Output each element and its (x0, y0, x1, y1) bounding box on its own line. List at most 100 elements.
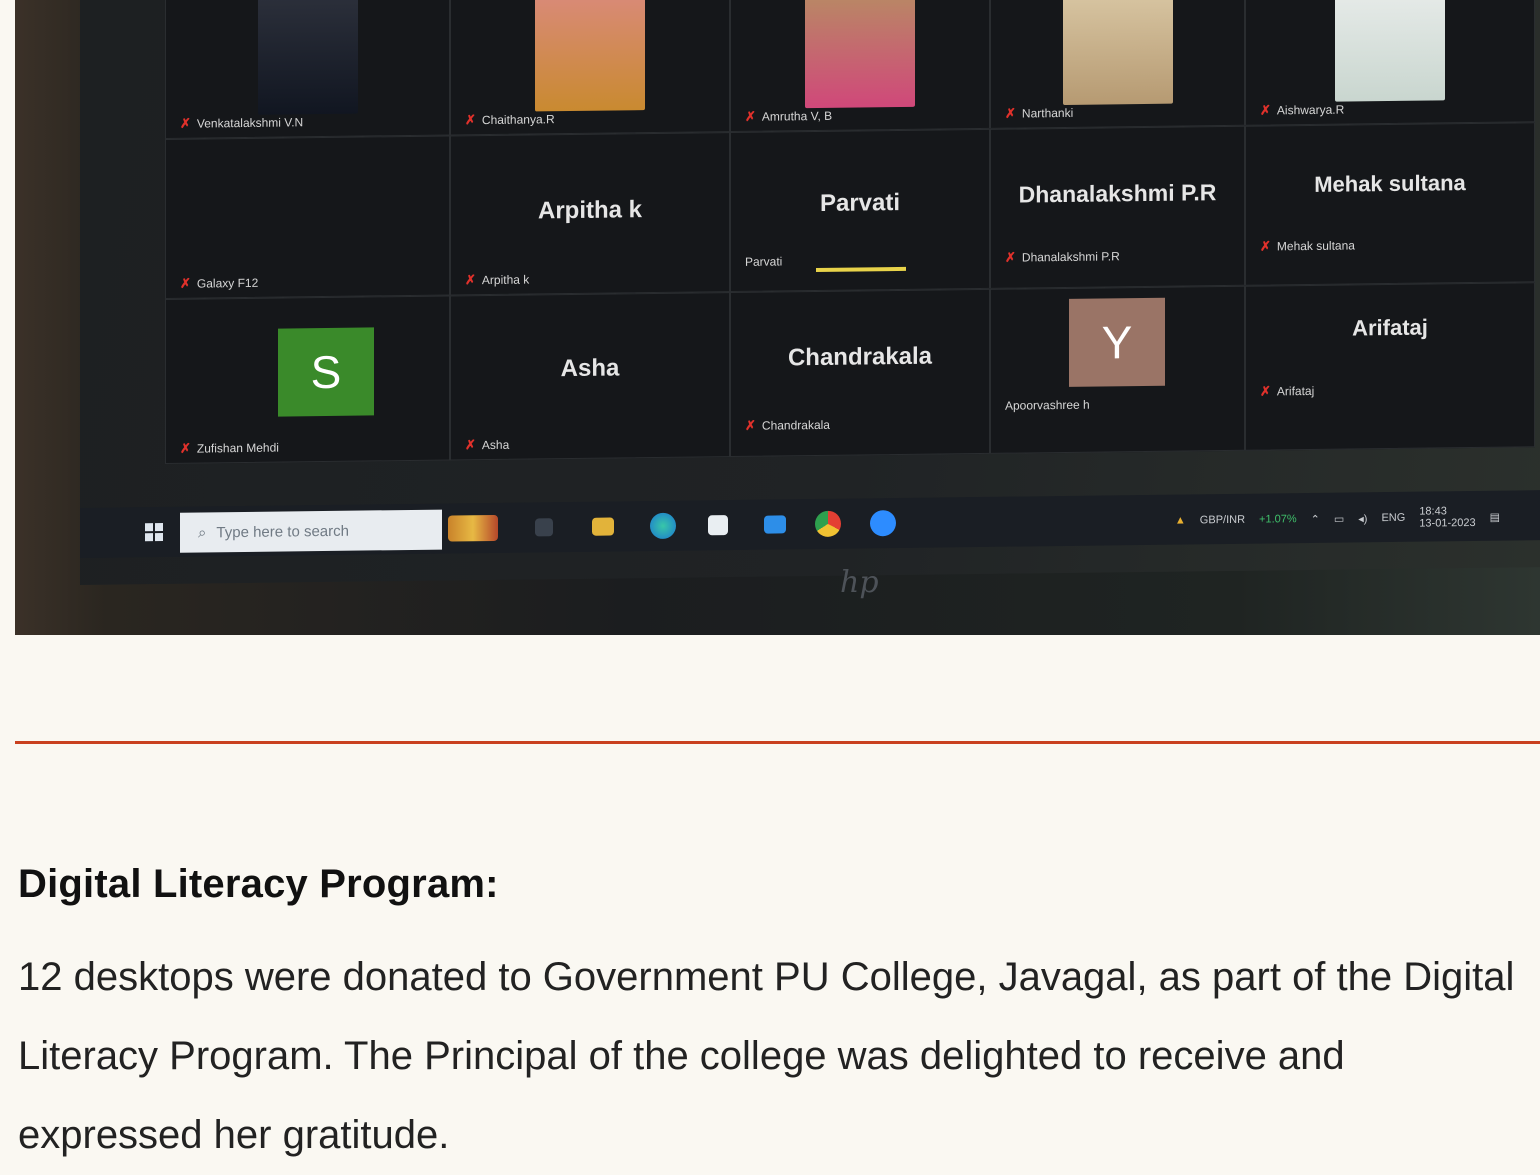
participant-tile: Arpitha k ✗ Arpitha k (450, 132, 730, 296)
windows-taskbar: ⌕ Type here to search ▲ GBP/INR +1.07% ⌃… (80, 490, 1540, 558)
muted-mic-icon: ✗ (180, 115, 191, 131)
participant-tile: Y Apoorvashree h (990, 285, 1245, 454)
participant-label: ✗ Chaithanya.R (465, 111, 555, 128)
participant-label: ✗ Arpitha k (465, 272, 529, 289)
chevron-up-icon[interactable]: ⌃ (1311, 512, 1320, 525)
participant-video (535, 0, 645, 112)
participant-tile: ✗ Narthanki (990, 0, 1245, 129)
article-heading: Digital Literacy Program: (18, 862, 499, 906)
volume-icon[interactable]: ◂) (1358, 512, 1367, 525)
muted-mic-icon: ✗ (1005, 105, 1016, 121)
participant-label: ✗ Venkatalakshmi V.N (180, 114, 303, 132)
mail-icon[interactable] (764, 515, 786, 534)
participant-display-name: Arifataj (1352, 314, 1428, 341)
muted-mic-icon: ✗ (180, 275, 191, 291)
participant-name: Amrutha V, B (761, 108, 833, 124)
participant-tile: ✗ Aishwarya.R (1245, 0, 1535, 126)
file-explorer-icon[interactable] (592, 517, 614, 536)
participant-label: ✗ Narthanki (1005, 105, 1073, 122)
taskbar-search-box[interactable]: ⌕ Type here to search (180, 509, 442, 553)
participant-display-name: Chandrakala (787, 342, 933, 372)
participant-name: Galaxy F12 (196, 275, 259, 291)
search-icon: ⌕ (198, 523, 207, 542)
battery-icon[interactable]: ▭ (1334, 512, 1344, 525)
task-view-icon[interactable] (535, 518, 553, 537)
participant-name: Chaithanya.R (481, 112, 555, 128)
participant-name: Asha (481, 437, 510, 453)
avatar: Y (1069, 297, 1165, 387)
participant-tile: Asha ✗ Asha (450, 292, 730, 461)
windows-start-icon[interactable] (145, 522, 163, 542)
participant-tile: Mehak sultana ✗ Mehak sultana (1245, 122, 1535, 286)
participant-tile: Dhanalakshmi P.R ✗ Dhanalakshmi P.R (990, 125, 1245, 289)
participant-tile: Parvati Parvati (730, 128, 990, 293)
search-highlight-icon[interactable] (448, 514, 498, 542)
participant-video (1335, 0, 1445, 102)
muted-mic-icon: ✗ (465, 112, 476, 128)
participant-name: Venkatalakshmi V.N (196, 115, 304, 131)
participant-display-name: Asha (560, 354, 620, 383)
participant-tile: ✗ Venkatalakshmi V.N (165, 0, 450, 139)
participant-name: Dhanalakshmi P.R (1021, 249, 1120, 265)
participant-display-name: Mehak sultana (1314, 170, 1466, 197)
participant-display-name: Parvati (819, 188, 901, 217)
participant-video (805, 0, 915, 109)
article-body: 12 desktops were donated to Government P… (18, 955, 1515, 1157)
muted-mic-icon: ✗ (1260, 383, 1271, 399)
participant-name: Zufishan Mehdi (196, 440, 279, 456)
muted-mic-icon: ✗ (465, 437, 476, 453)
participant-tile: S ✗ Zufishan Mehdi (165, 295, 450, 464)
avatar-initial: Y (1101, 316, 1133, 369)
participant-tile: Arifataj ✗ Arifataj (1245, 282, 1535, 451)
meeting-photo: ✗ Venkatalakshmi V.N ✗ Chaithanya.R ✗ Amrut… (15, 0, 1540, 635)
muted-mic-icon: ✗ (745, 108, 756, 124)
participant-video (257, 0, 358, 115)
language-indicator[interactable]: ENG (1381, 512, 1405, 524)
ticker-change: +1.07% (1259, 513, 1297, 526)
clock-date: 13-01-2023 (1419, 516, 1476, 530)
participant-name: Aishwarya.R (1276, 102, 1345, 118)
store-icon[interactable] (708, 515, 728, 536)
participant-video (1062, 0, 1173, 105)
muted-mic-icon: ✗ (180, 440, 191, 456)
zoom-app-icon[interactable] (870, 510, 896, 537)
speaking-indicator (816, 266, 906, 273)
muted-mic-icon: ✗ (465, 272, 476, 288)
participant-tile: ✗ Amrutha V, B (730, 0, 990, 133)
participant-label: ✗ Amrutha V, B (745, 108, 832, 125)
participant-label: ✗ Galaxy F12 (180, 275, 258, 292)
participant-name: Narthanki (1021, 105, 1074, 121)
participant-label: ✗ Aishwarya.R (1260, 102, 1344, 119)
participant-tile: ✗ Galaxy F12 (165, 135, 450, 299)
muted-mic-icon: ✗ (1005, 249, 1016, 265)
avatar: S (278, 327, 374, 417)
participant-label: ✗ Zufishan Mehdi (180, 440, 279, 457)
participant-name: Chandrakala (761, 417, 830, 433)
laptop-screen: ✗ Venkatalakshmi V.N ✗ Chaithanya.R ✗ Amrut… (80, 0, 1540, 585)
participant-tile: Chandrakala ✗ Chandrakala (730, 288, 990, 458)
section-divider (15, 741, 1540, 744)
hp-logo: hp (840, 565, 879, 600)
participant-name: Parvati (745, 254, 783, 269)
participant-name: Arifataj (1276, 383, 1315, 399)
clock-time: 18:43 (1419, 505, 1447, 518)
chrome-icon[interactable] (815, 510, 841, 538)
participant-label: ✗ Asha (465, 437, 509, 454)
participant-name: Arpitha k (481, 272, 530, 288)
participant-label: Apoorvashree h (1005, 398, 1090, 413)
notifications-icon[interactable]: ▤ (1490, 510, 1500, 523)
participant-label: ✗ Chandrakala (745, 417, 830, 434)
muted-mic-icon: ✗ (1260, 102, 1271, 118)
participant-label: ✗ Arifataj (1260, 383, 1314, 400)
ticker-symbol: GBP/INR (1199, 513, 1246, 527)
participant-name: Mehak sultana (1276, 238, 1355, 254)
clock[interactable]: 18:43 13-01-2023 (1419, 505, 1476, 530)
ticker-icon: ▲ (1174, 514, 1186, 527)
participant-label: ✗ Mehak sultana (1260, 237, 1355, 254)
avatar-initial: S (310, 345, 342, 399)
muted-mic-icon: ✗ (1260, 238, 1271, 254)
edge-browser-icon[interactable] (650, 512, 676, 540)
participant-label: ✗ Dhanalakshmi P.R (1005, 248, 1120, 265)
participant-tile: ✗ Chaithanya.R (450, 0, 730, 136)
muted-mic-icon: ✗ (745, 417, 756, 433)
